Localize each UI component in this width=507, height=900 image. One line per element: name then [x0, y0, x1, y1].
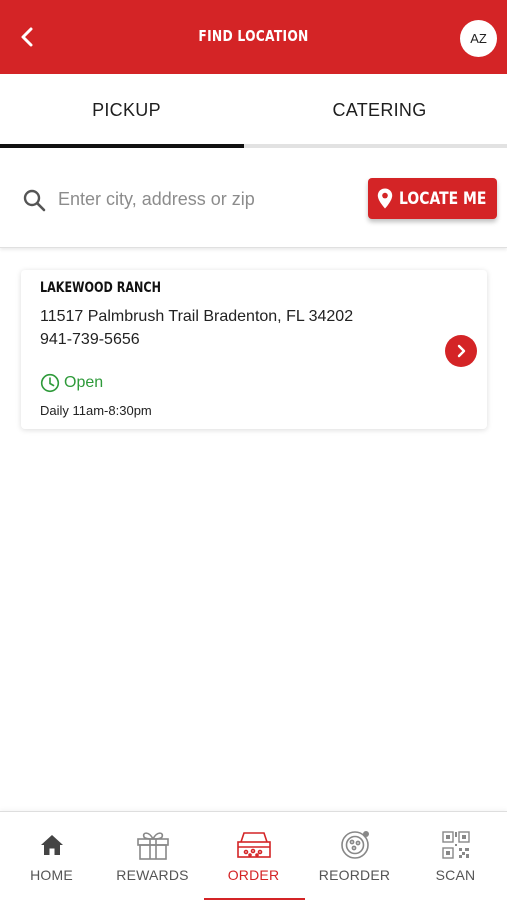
back-button[interactable] [12, 22, 42, 52]
nav-rewards[interactable]: REWARDS [102, 812, 203, 900]
locate-me-button[interactable]: LOCATE ME [368, 178, 497, 219]
pizza-icon [340, 831, 369, 859]
nav-order-label: ORDER [227, 867, 280, 883]
tab-pickup[interactable]: PICKUP [0, 74, 253, 146]
location-hours: Daily 11am-8:30pm [40, 403, 152, 418]
locate-me-label: LOCATE ME [398, 188, 486, 209]
map-pin-icon [377, 188, 392, 209]
nav-home[interactable]: HOME [1, 812, 102, 900]
location-card[interactable]: LAKEWOOD RANCH 11517 Palmbrush Trail Bra… [21, 270, 487, 429]
nav-order[interactable]: ORDER [203, 812, 304, 900]
gift-icon [136, 832, 169, 860]
search-icon [23, 189, 46, 212]
open-status-label: Open [64, 374, 104, 391]
open-status: Open [40, 373, 103, 393]
nav-reorder[interactable]: REORDER [304, 812, 405, 900]
chevron-left-icon [21, 27, 33, 47]
bottom-nav: HOME REWARDS ORDER REORDER SCAN [0, 811, 507, 900]
avatar[interactable]: AZ [460, 20, 497, 57]
location-name: LAKEWOOD RANCH [40, 280, 161, 296]
page-title: FIND LOCATION [198, 27, 309, 45]
location-details-button[interactable] [445, 335, 477, 367]
chevron-right-icon [457, 344, 466, 358]
nav-scan[interactable]: SCAN [405, 812, 506, 900]
nav-rewards-label: REWARDS [116, 867, 189, 883]
home-icon [40, 835, 63, 855]
nav-scan-label: SCAN [435, 867, 476, 883]
pizza-box-icon [236, 832, 271, 858]
qr-code-icon [441, 831, 470, 859]
nav-home-label: HOME [30, 867, 73, 883]
tab-catering[interactable]: CATERING [253, 74, 506, 146]
search-input[interactable] [58, 181, 354, 217]
tab-bar: PICKUP CATERING [0, 74, 507, 148]
search-panel: LOCATE ME [0, 148, 507, 248]
clock-icon [40, 373, 60, 393]
nav-reorder-label: REORDER [318, 867, 391, 883]
location-address: 11517 Palmbrush Trail Bradenton, FL 3420… [40, 308, 354, 325]
location-phone[interactable]: 941-739-5656 [40, 331, 140, 349]
app-header: FIND LOCATION AZ [0, 0, 507, 74]
